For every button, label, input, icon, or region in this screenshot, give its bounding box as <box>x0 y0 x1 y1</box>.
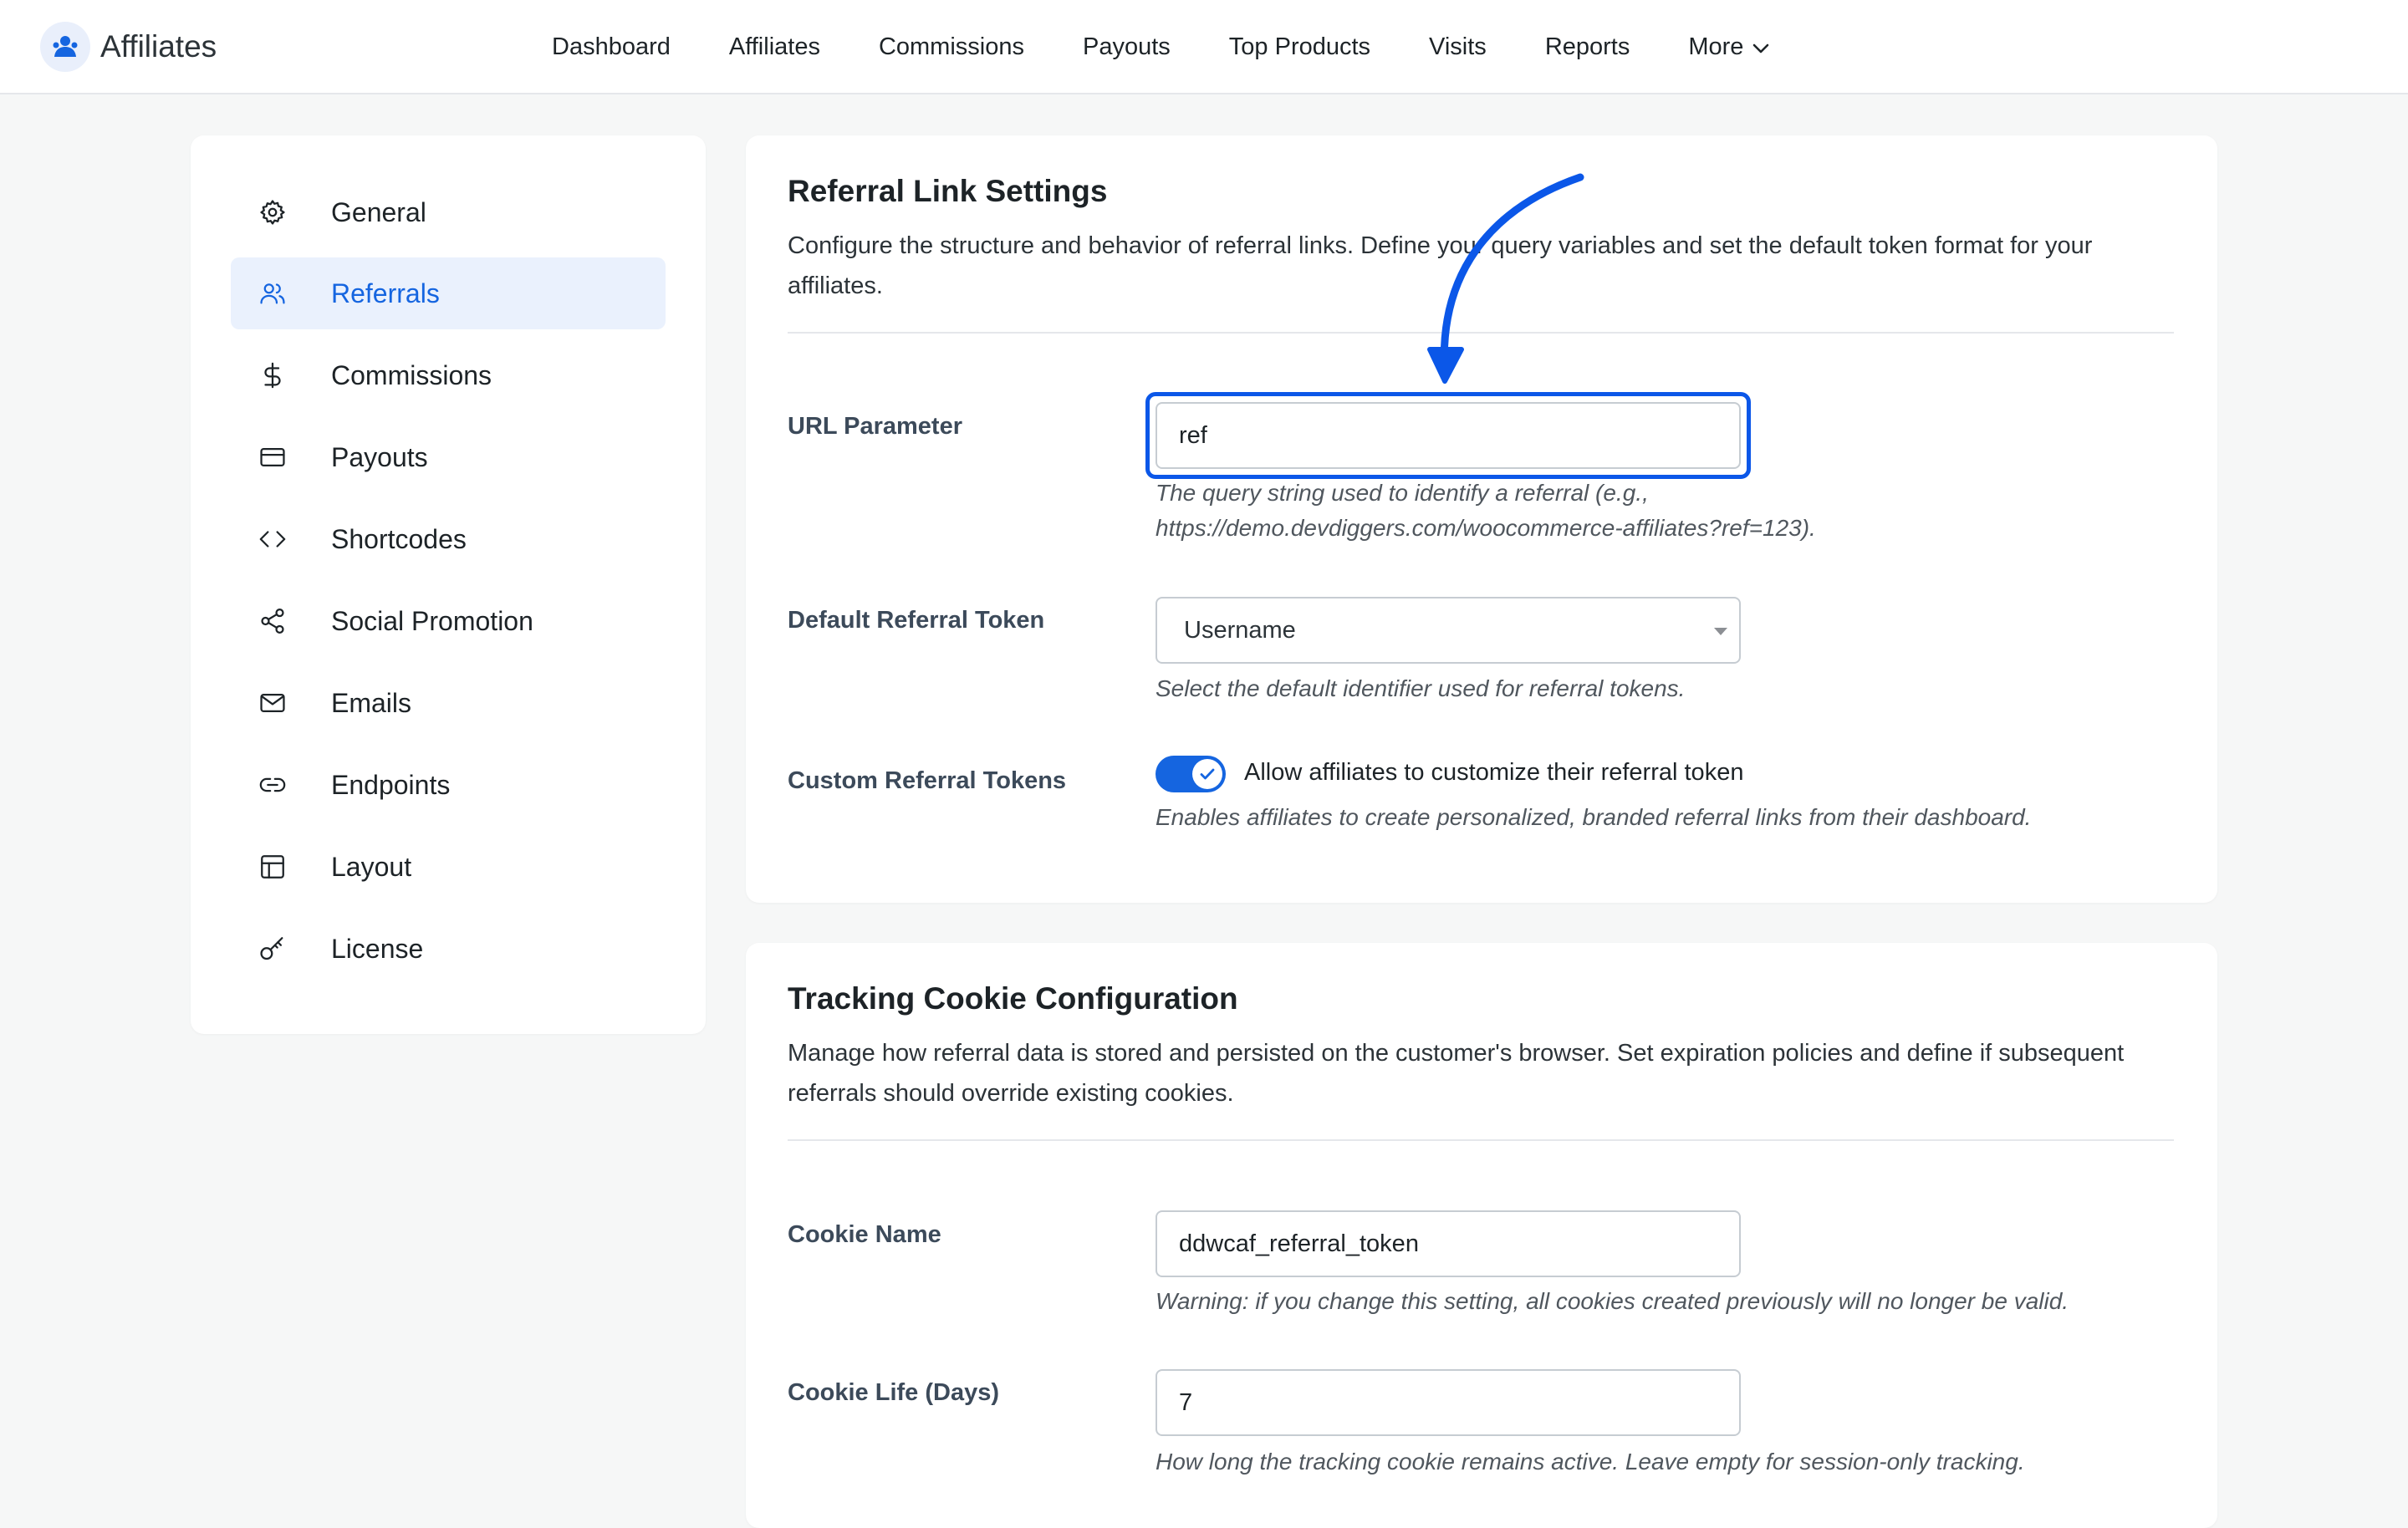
app-title: Affiliates <box>100 29 217 64</box>
section-title: Referral Link Settings <box>788 174 1108 208</box>
cookie-name-input[interactable] <box>1156 1210 1741 1277</box>
tracking-cookie-card: Tracking Cookie Configuration Manage how… <box>746 943 2217 1528</box>
dollar-icon <box>258 360 288 390</box>
sidebar-item-license[interactable]: License <box>231 913 666 985</box>
layout-icon <box>258 852 288 882</box>
nav-more-label: More <box>1688 33 1744 60</box>
custom-tokens-help: Enables affiliates to create personalize… <box>1156 804 2032 830</box>
nav-affiliates[interactable]: Affiliates <box>729 33 820 61</box>
section-description: Manage how referral data is stored and p… <box>788 1040 2125 1107</box>
sidebar-item-commissions[interactable]: Commissions <box>231 339 666 411</box>
cookie-name-help: Warning: if you change this setting, all… <box>1156 1288 2069 1314</box>
sidebar-item-label: Payouts <box>331 441 428 472</box>
sidebar-item-emails[interactable]: Emails <box>231 667 666 739</box>
section-title: Tracking Cookie Configuration <box>788 981 1238 1016</box>
default-token-selected-value: Username <box>1184 616 1296 644</box>
custom-tokens-toggle-label: Allow affiliates to customize their refe… <box>1244 759 1744 786</box>
chevron-down-icon <box>1752 33 1770 61</box>
toggle-knob <box>1192 759 1222 789</box>
sidebar-item-shortcodes[interactable]: Shortcodes <box>231 503 666 575</box>
users-icon <box>258 278 288 308</box>
default-token-help: Select the default identifier used for r… <box>1156 675 1686 701</box>
sidebar-item-label: Endpoints <box>331 769 451 800</box>
url-parameter-input[interactable] <box>1156 402 1741 469</box>
nav-commissions[interactable]: Commissions <box>879 33 1024 61</box>
nav-payouts[interactable]: Payouts <box>1083 33 1171 61</box>
dropdown-caret-icon <box>1714 628 1727 635</box>
sidebar-item-label: General <box>331 196 426 227</box>
share-icon <box>258 606 288 636</box>
divider <box>788 332 2174 334</box>
sidebar-item-label: License <box>331 933 424 964</box>
divider <box>788 1139 2174 1141</box>
nav-more[interactable]: More <box>1688 33 1770 61</box>
credit-card-icon <box>258 442 288 472</box>
cookie-life-help: How long the tracking cookie remains act… <box>1156 1449 2025 1475</box>
sidebar-item-payouts[interactable]: Payouts <box>231 421 666 493</box>
settings-sidebar: General Referrals Commissions Payouts Sh… <box>191 135 706 1034</box>
sidebar-item-label: Commissions <box>331 359 492 390</box>
key-icon <box>258 934 288 964</box>
checkmark-icon <box>1200 768 1215 780</box>
sidebar-item-label: Shortcodes <box>331 523 467 554</box>
affiliates-logo-icon <box>40 22 90 72</box>
link-icon <box>258 770 288 800</box>
section-description: Configure the structure and behavior of … <box>788 232 2093 299</box>
nav-visits[interactable]: Visits <box>1429 33 1487 61</box>
sidebar-item-general[interactable]: General <box>231 176 666 248</box>
sidebar-item-label: Emails <box>331 687 412 718</box>
brand[interactable]: Affiliates <box>40 22 217 72</box>
sidebar-item-label: Layout <box>331 851 412 882</box>
sidebar-item-referrals[interactable]: Referrals <box>231 257 666 329</box>
sidebar-item-label: Referrals <box>331 278 440 308</box>
sidebar-item-endpoints[interactable]: Endpoints <box>231 749 666 821</box>
nav-dashboard[interactable]: Dashboard <box>552 33 671 61</box>
url-parameter-help: The query string used to identify a refe… <box>1156 480 1816 541</box>
sidebar-item-label: Social Promotion <box>331 605 533 636</box>
cookie-life-label: Cookie Life (Days) <box>788 1379 999 1406</box>
cookie-life-input[interactable] <box>1156 1369 1741 1436</box>
mail-icon <box>258 688 288 718</box>
top-bar: Affiliates Dashboard Affiliates Commissi… <box>0 0 2408 94</box>
main-nav: Dashboard Affiliates Commissions Payouts… <box>552 0 1829 94</box>
default-token-label: Default Referral Token <box>788 607 1045 634</box>
custom-tokens-toggle[interactable] <box>1156 756 1226 792</box>
nav-reports[interactable]: Reports <box>1545 33 1630 61</box>
custom-tokens-label: Custom Referral Tokens <box>788 767 1067 794</box>
nav-top-products[interactable]: Top Products <box>1229 33 1370 61</box>
referral-link-settings-card: Referral Link Settings Configure the str… <box>746 135 2217 903</box>
sidebar-item-social-promotion[interactable]: Social Promotion <box>231 585 666 657</box>
cookie-name-label: Cookie Name <box>788 1221 941 1248</box>
code-icon <box>258 524 288 554</box>
default-token-select[interactable]: Username <box>1156 597 1741 664</box>
url-parameter-label: URL Parameter <box>788 413 963 440</box>
gear-icon <box>258 197 288 227</box>
sidebar-item-layout[interactable]: Layout <box>231 831 666 903</box>
